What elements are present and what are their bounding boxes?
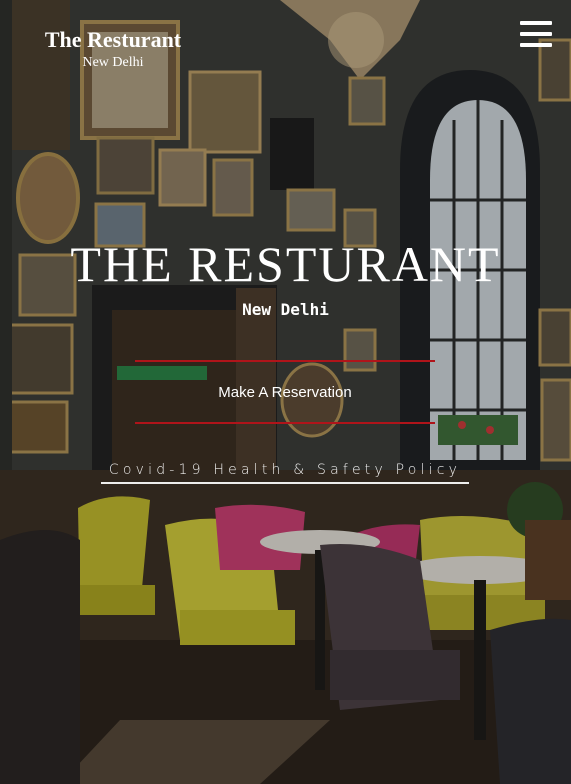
make-reservation-button[interactable]: Make A Reservation xyxy=(135,378,435,408)
brand-subtitle: New Delhi xyxy=(82,55,144,70)
reservation-bottom-divider xyxy=(135,422,435,424)
hamburger-menu-icon[interactable] xyxy=(520,21,552,49)
menu-bar xyxy=(520,32,552,36)
brand-title: The Resturant xyxy=(44,27,182,52)
menu-bar xyxy=(520,21,552,25)
brand-logo[interactable]: The Resturant New Delhi xyxy=(38,28,188,72)
hero-title: THE RESTURANT xyxy=(70,236,501,292)
menu-bar xyxy=(520,43,552,47)
reservation-top-divider xyxy=(135,360,435,362)
covid-policy-link[interactable]: Covid-19 Health & Safety Policy xyxy=(101,462,469,484)
hero-subtitle: New Delhi xyxy=(242,300,329,319)
